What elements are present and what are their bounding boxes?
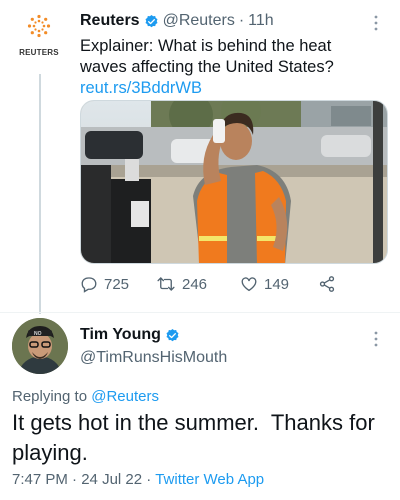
reply-tweet-meta: 7:47 PM · 24 Jul 22 · Twitter Web App: [12, 471, 265, 488]
parent-author-name[interactable]: Reuters: [80, 12, 140, 30]
verified-badge-icon: [166, 328, 179, 341]
reply-author-name-row: Tim Young: [80, 326, 184, 344]
reply-author-avatar[interactable]: NO: [12, 318, 68, 374]
replying-to-handle[interactable]: @Reuters: [91, 388, 159, 405]
like-action[interactable]: 149: [240, 275, 289, 293]
like-count: 149: [264, 275, 290, 293]
avatar-photo: NO: [12, 318, 68, 374]
retweet-count: 246: [182, 275, 208, 293]
more-icon: [374, 15, 378, 31]
share-action[interactable]: [318, 275, 336, 293]
reuters-logo-text: REUTERS: [19, 48, 59, 57]
parent-tweet-header: Reuters @Reuters · 11h: [80, 12, 274, 30]
retweet-action[interactable]: 246: [156, 275, 207, 293]
svg-text:NO: NO: [34, 331, 42, 337]
tweet-divider: [0, 312, 400, 313]
reply-count: 725: [104, 275, 130, 293]
reuters-logo: [27, 14, 51, 38]
parent-tweet-body: Explainer: What is behind the heat waves…: [80, 37, 334, 76]
reuters-avatar[interactable]: REUTERS: [12, 14, 66, 68]
reply-action[interactable]: 725: [80, 275, 129, 293]
more-icon: [374, 331, 378, 347]
thread-line: [39, 74, 41, 314]
reply-source-app[interactable]: Twitter Web App: [155, 471, 264, 488]
tweet-photo[interactable]: [80, 100, 388, 264]
parent-more-button[interactable]: [372, 14, 380, 37]
parent-author-handle[interactable]: @Reuters: [163, 12, 235, 30]
verified-badge-icon: [145, 14, 158, 27]
parent-tweet-text: Explainer: What is behind the heat waves…: [80, 36, 380, 99]
replying-to-prefix: Replying to: [12, 388, 88, 405]
reply-author-handle[interactable]: @TimRunsHisMouth: [80, 349, 227, 367]
separator-dot: ·: [238, 12, 245, 29]
like-icon: [241, 277, 257, 292]
reply-author-name[interactable]: Tim Young: [80, 326, 161, 344]
reply-more-button[interactable]: [372, 330, 380, 353]
retweet-icon: [157, 277, 175, 291]
reply-icon: [81, 277, 97, 293]
reply-date[interactable]: 24 Jul 22: [81, 471, 142, 488]
reply-time[interactable]: 7:47 PM: [12, 471, 68, 488]
parent-tweet-time[interactable]: 11h: [248, 12, 274, 30]
replying-to-line: Replying to @Reuters: [12, 388, 159, 405]
share-icon: [319, 276, 335, 292]
reply-tweet-text: It gets hot in the summer. Thanks for pl…: [12, 410, 381, 465]
parent-tweet-link[interactable]: reut.rs/3BddrWB: [80, 79, 202, 97]
photo-worker-heat: [81, 101, 387, 263]
